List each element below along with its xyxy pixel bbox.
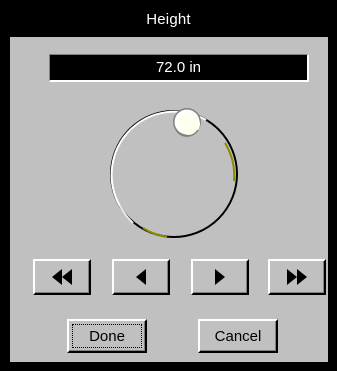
fast-rewind-button[interactable] <box>33 259 91 295</box>
height-dial[interactable] <box>103 103 243 243</box>
fast-rewind-icon <box>52 269 72 285</box>
dial-knob[interactable] <box>173 108 201 137</box>
step-forward-icon <box>215 269 225 285</box>
height-value-text: 72.0 in <box>155 59 202 76</box>
dialog-title: Height <box>146 10 191 28</box>
step-back-icon <box>136 269 146 285</box>
dial-accent-bottom <box>142 227 168 238</box>
done-button-label: Done <box>89 327 125 345</box>
fast-forward-button[interactable] <box>268 259 326 295</box>
cancel-button-label: Cancel <box>214 327 262 345</box>
done-button[interactable]: Done <box>67 319 147 353</box>
step-forward-button[interactable] <box>191 259 249 295</box>
dial-graphic <box>110 108 238 238</box>
fast-forward-icon <box>287 269 307 285</box>
dialog-body: 72.0 in Done Cancel <box>10 37 328 362</box>
height-dialog: Height 72.0 in Done Cancel <box>0 0 337 371</box>
height-value-display: 72.0 in <box>49 54 309 82</box>
step-back-button[interactable] <box>112 259 170 295</box>
cancel-button[interactable]: Cancel <box>198 319 278 353</box>
title-bar: Height <box>1 1 336 37</box>
